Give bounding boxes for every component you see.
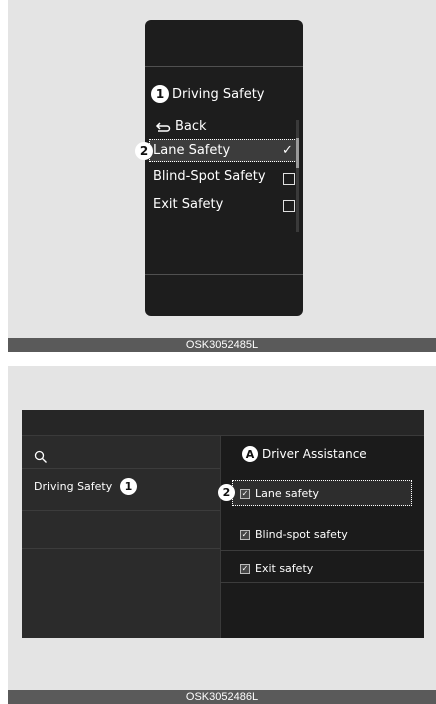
figure-1-caption: OSK3052485L [8, 338, 436, 352]
divider-bottom [145, 274, 303, 275]
divider-top [145, 66, 303, 67]
heading-text: Driver Assistance [262, 447, 367, 461]
scrollbar-track[interactable] [296, 120, 299, 232]
left-row-divider-1 [22, 510, 220, 511]
top-bar [22, 410, 424, 436]
option-label: Exit safety [255, 562, 314, 575]
callout-badge-2: 2 [218, 484, 235, 501]
figure-2-caption: OSK3052486L [8, 690, 436, 704]
driver-assistance-screen: A Driver Assistance Driving Safety 1 2 ✓… [22, 410, 424, 638]
checkbox-checked-icon[interactable]: ✓ [240, 488, 250, 499]
checkbox-checked-icon[interactable]: ✓ [240, 563, 250, 574]
checkmark-icon[interactable]: ✓ [282, 143, 293, 158]
right-row-divider-1 [220, 550, 424, 551]
option-blind-spot-safety[interactable]: ✓ Blind-spot safety [240, 528, 348, 541]
menu-item-exit-safety[interactable]: Exit Safety [153, 197, 223, 212]
pane-divider [220, 436, 221, 638]
back-arrow-icon [155, 121, 171, 132]
menu-title: Driving Safety [172, 87, 265, 102]
menu-item-lane-safety[interactable]: Lane Safety [153, 143, 230, 158]
category-driving-safety[interactable]: Driving Safety [34, 480, 112, 493]
option-label: Lane safety [255, 487, 320, 500]
callout-badge-1: 1 [151, 85, 169, 103]
option-lane-safety[interactable]: ✓ Lane safety [240, 487, 319, 500]
callout-badge-a: A [242, 446, 258, 462]
callout-badge-1: 1 [120, 478, 137, 495]
checkbox-blind-spot-safety[interactable] [283, 173, 295, 185]
search-divider [22, 468, 220, 469]
scrollbar-thumb[interactable] [296, 138, 299, 168]
driving-safety-menu-panel: 1 Driving Safety Back 2 Lane Safety ✓ Bl… [135, 20, 303, 316]
options-heading: A Driver Assistance [242, 446, 367, 462]
checkbox-checked-icon[interactable]: ✓ [240, 529, 250, 540]
back-label: Back [175, 119, 207, 134]
right-row-divider-2 [220, 582, 424, 583]
option-exit-safety[interactable]: ✓ Exit safety [240, 562, 313, 575]
callout-badge-2: 2 [135, 142, 153, 160]
search-icon[interactable] [34, 450, 48, 464]
left-row-divider-2 [22, 548, 220, 549]
menu-item-blind-spot-safety[interactable]: Blind-Spot Safety [153, 169, 266, 184]
back-button[interactable]: Back [155, 119, 207, 134]
option-label: Blind-spot safety [255, 528, 348, 541]
category-label: Driving Safety [34, 480, 113, 493]
checkbox-exit-safety[interactable] [283, 200, 295, 212]
left-category-pane [22, 436, 220, 638]
